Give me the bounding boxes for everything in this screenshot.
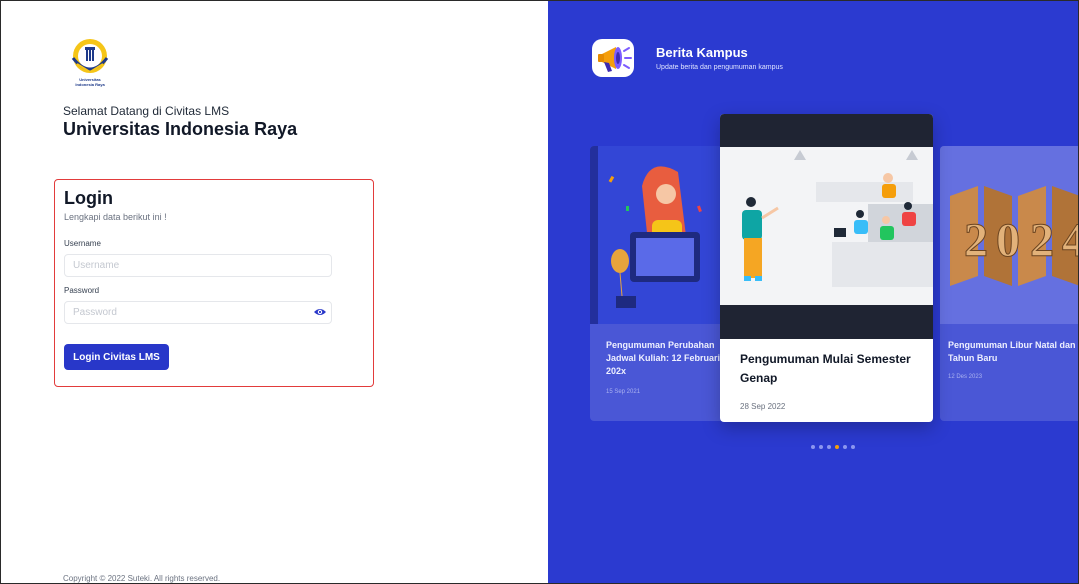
carousel-dot[interactable] (851, 445, 855, 449)
news-section-subtitle: Update berita dan pengumuman kampus (656, 64, 783, 71)
news-card-next-date: 12 Des 2023 (948, 374, 983, 380)
carousel-pagination (811, 445, 855, 451)
university-logo: Universitas Indonesia Raya (71, 39, 109, 87)
news-card-next-illustration: 2 0 2 4 (940, 146, 1078, 324)
login-subtitle: Lengkapi data berikut ini ! (64, 212, 167, 222)
svg-text:0: 0 (996, 214, 1020, 267)
news-panel: Berita Kampus Update berita dan pengumum… (548, 1, 1078, 583)
login-panel: Universitas Indonesia Raya Selamat Datan… (1, 1, 548, 583)
svg-text:4: 4 (1062, 214, 1078, 267)
login-form: Login Lengkapi data berikut ini ! Userna… (54, 179, 374, 387)
news-section-title: Berita Kampus (656, 45, 748, 60)
news-card-active-date: 28 Sep 2022 (740, 402, 786, 411)
news-card-active[interactable]: Pengumuman Mulai Semester Genap 28 Sep 2… (720, 114, 933, 422)
svg-text:2: 2 (964, 214, 988, 267)
carousel-dot[interactable] (811, 445, 815, 449)
login-button[interactable]: Login Civitas LMS (64, 344, 169, 370)
news-card-next[interactable]: 2 0 2 4 Pengumuman Libur Natal dan Tahun… (940, 146, 1078, 421)
username-label: Username (64, 239, 101, 248)
password-label: Password (64, 286, 100, 295)
copyright-text: Copyright © 2022 Suteki. All rights rese… (63, 574, 221, 583)
news-card-prev-date: 15 Sep 2021 (606, 389, 641, 395)
svg-text:2: 2 (1030, 214, 1054, 267)
news-card-active-illustration (720, 114, 933, 339)
welcome-text: Selamat Datang di Civitas LMS (63, 104, 230, 118)
login-title: Login (64, 188, 113, 208)
news-card-prev-title: Pengumuman Perubahan Jadwal Kuliah: 12 F… (606, 340, 721, 376)
show-password-eye-icon[interactable] (313, 307, 327, 317)
svg-text:Indonesia Raya: Indonesia Raya (75, 82, 105, 87)
password-input[interactable] (64, 301, 332, 324)
news-card-next-title: Pengumuman Libur Natal dan Tahun Baru (948, 340, 1076, 363)
news-card-prev-illustration (590, 146, 730, 324)
news-card-active-title: Pengumuman Mulai Semester Genap (740, 352, 911, 385)
carousel-dot[interactable] (827, 445, 831, 449)
carousel-dot[interactable] (843, 445, 847, 449)
news-card-prev[interactable]: Pengumuman Perubahan Jadwal Kuliah: 12 F… (590, 146, 730, 421)
carousel-dot[interactable] (819, 445, 823, 449)
username-input[interactable] (64, 254, 332, 277)
carousel-dot[interactable] (835, 445, 839, 449)
megaphone-icon (592, 39, 634, 77)
university-name: Universitas Indonesia Raya (63, 119, 298, 139)
